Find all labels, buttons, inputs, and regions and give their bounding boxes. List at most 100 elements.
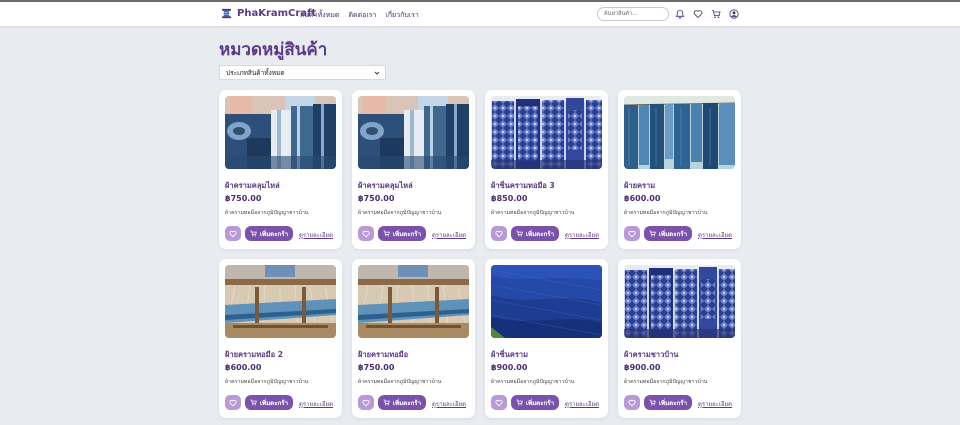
view-details-link[interactable]: ดูรายละเอียด: [432, 230, 466, 240]
product-image[interactable]: [491, 96, 602, 169]
product-image[interactable]: [225, 265, 336, 338]
add-to-cart-button[interactable]: เพิ่มตะกร้า: [245, 395, 293, 410]
product-name[interactable]: ผ้าครามคลุมไหล่: [225, 180, 280, 192]
add-to-cart-label: เพิ่มตะกร้า: [658, 399, 688, 407]
cart-icon[interactable]: [711, 9, 721, 19]
product-description: ผ้าครามทอมือจากภูมิปัญญาชาวบ้าน: [491, 210, 575, 216]
product-image[interactable]: [358, 96, 469, 169]
add-to-cart-button[interactable]: เพิ่มตะกร้า: [245, 226, 293, 241]
favorite-button[interactable]: [624, 395, 640, 410]
chevron-down-icon: [374, 71, 380, 75]
product-image[interactable]: [358, 265, 469, 338]
favorite-button[interactable]: [491, 226, 507, 241]
cart-icon: [649, 230, 656, 237]
search-input[interactable]: ค้นหาสินค้า...: [597, 7, 669, 21]
favorite-button[interactable]: [358, 395, 374, 410]
heart-icon: [229, 230, 237, 237]
add-to-cart-label: เพิ่มตะกร้า: [525, 230, 555, 238]
user-icon[interactable]: [729, 9, 739, 19]
add-to-cart-label: เพิ่มตะกร้า: [392, 230, 422, 238]
view-details-link[interactable]: ดูรายละเอียด: [299, 230, 333, 240]
product-name[interactable]: ผ้าครามชาวบ้าน: [624, 349, 678, 361]
nav-all-products[interactable]: สินค้าทั้งหมด: [300, 10, 339, 21]
product-price: ฿750.00: [225, 194, 262, 203]
heart-icon: [495, 399, 503, 406]
favorite-button[interactable]: [624, 226, 640, 241]
product-name[interactable]: ฝ้ายครามทอมือ: [358, 349, 408, 361]
spool-icon: [221, 8, 232, 19]
product-card[interactable]: ผ้าซิ่นคราม ฿900.00 ผ้าครามทอมือจากภูมิป…: [485, 259, 608, 418]
add-to-cart-button[interactable]: เพิ่มตะกร้า: [644, 395, 692, 410]
product-name[interactable]: ผ้ายคราม: [624, 180, 655, 192]
heart-icon: [229, 399, 237, 406]
main-nav: สินค้าทั้งหมด ติดต่อเรา เกี่ยวกับเรา: [300, 10, 419, 21]
product-price: ฿750.00: [358, 194, 395, 203]
product-image[interactable]: [491, 265, 602, 338]
cart-icon: [516, 230, 523, 237]
product-price: ฿600.00: [624, 194, 661, 203]
product-description: ผ้าครามทอมือจากภูมิปัญญาชาวบ้าน: [624, 210, 708, 216]
add-to-cart-label: เพิ่มตะกร้า: [259, 399, 289, 407]
product-name[interactable]: ผ้าซิ่นครามทอมือ 3: [491, 180, 555, 192]
product-card[interactable]: ฝ้ายครามทอมือ 2 ฿600.00 ผ้าครามทอมือจากภ…: [219, 259, 342, 418]
product-card[interactable]: ผ้าซิ่นครามทอมือ 3 ฿850.00 ผ้าครามทอมือจ…: [485, 90, 608, 249]
favorite-button[interactable]: [491, 395, 507, 410]
cart-icon: [383, 399, 390, 406]
nav-about[interactable]: เกี่ยวกับเรา: [385, 10, 418, 21]
product-image[interactable]: [225, 96, 336, 169]
bell-icon[interactable]: [675, 9, 685, 19]
category-select-value: ประเภทสินค้าทั้งหมด: [226, 69, 285, 77]
product-card[interactable]: ผ้าครามชาวบ้าน ฿900.00 ผ้าครามทอมือจากภู…: [618, 259, 741, 418]
product-card[interactable]: ผ้ายคราม ฿600.00 ผ้าครามทอมือจากภูมิปัญญ…: [618, 90, 741, 249]
product-card[interactable]: ผ้าครามคลุมไหล่ ฿750.00 ผ้าครามทอมือจากภ…: [219, 90, 342, 249]
heart-icon: [495, 230, 503, 237]
product-name[interactable]: ฝ้ายครามทอมือ 2: [225, 349, 283, 361]
add-to-cart-label: เพิ่มตะกร้า: [658, 230, 688, 238]
favorite-button[interactable]: [225, 226, 241, 241]
product-name[interactable]: ผ้าซิ่นคราม: [491, 349, 528, 361]
add-to-cart-button[interactable]: เพิ่มตะกร้า: [511, 226, 559, 241]
product-image[interactable]: [624, 96, 735, 169]
page-title: หมวดหมู่สินค้า: [219, 40, 328, 60]
view-details-link[interactable]: ดูรายละเอียด: [299, 399, 333, 409]
nav-contact[interactable]: ติดต่อเรา: [348, 10, 376, 21]
heart-icon: [628, 399, 636, 406]
category-select[interactable]: ประเภทสินค้าทั้งหมด: [219, 65, 386, 80]
cart-icon: [383, 230, 390, 237]
product-name[interactable]: ผ้าครามคลุมไหล่: [358, 180, 413, 192]
product-price: ฿850.00: [491, 194, 528, 203]
add-to-cart-label: เพิ่มตะกร้า: [525, 399, 555, 407]
product-price: ฿600.00: [225, 363, 262, 372]
add-to-cart-button[interactable]: เพิ่มตะกร้า: [378, 395, 426, 410]
product-price: ฿750.00: [358, 363, 395, 372]
cart-icon: [516, 399, 523, 406]
cart-icon: [250, 399, 257, 406]
add-to-cart-button[interactable]: เพิ่มตะกร้า: [644, 226, 692, 241]
favorite-button[interactable]: [358, 226, 374, 241]
view-details-link[interactable]: ดูรายละเอียด: [565, 399, 599, 409]
heart-icon: [628, 230, 636, 237]
product-description: ผ้าครามทอมือจากภูมิปัญญาชาวบ้าน: [624, 379, 708, 385]
product-card[interactable]: ผ้าครามคลุมไหล่ ฿750.00 ผ้าครามทอมือจากภ…: [352, 90, 475, 249]
product-card[interactable]: ฝ้ายครามทอมือ ฿750.00 ผ้าครามทอมือจากภูม…: [352, 259, 475, 418]
product-description: ผ้าครามทอมือจากภูมิปัญญาชาวบ้าน: [358, 379, 442, 385]
product-image[interactable]: [624, 265, 735, 338]
add-to-cart-label: เพิ่มตะกร้า: [392, 399, 422, 407]
cart-icon: [649, 399, 656, 406]
heart-icon[interactable]: [693, 9, 703, 19]
heart-icon: [362, 399, 370, 406]
product-price: ฿900.00: [491, 363, 528, 372]
product-description: ผ้าครามทอมือจากภูมิปัญญาชาวบ้าน: [491, 379, 575, 385]
view-details-link[interactable]: ดูรายละเอียด: [698, 230, 732, 240]
view-details-link[interactable]: ดูรายละเอียด: [565, 230, 599, 240]
heart-icon: [362, 230, 370, 237]
cart-icon: [250, 230, 257, 237]
favorite-button[interactable]: [225, 395, 241, 410]
view-details-link[interactable]: ดูรายละเอียด: [698, 399, 732, 409]
add-to-cart-button[interactable]: เพิ่มตะกร้า: [511, 395, 559, 410]
view-details-link[interactable]: ดูรายละเอียด: [432, 399, 466, 409]
add-to-cart-button[interactable]: เพิ่มตะกร้า: [378, 226, 426, 241]
product-description: ผ้าครามทอมือจากภูมิปัญญาชาวบ้าน: [225, 210, 309, 216]
product-price: ฿900.00: [624, 363, 661, 372]
product-description: ผ้าครามทอมือจากภูมิปัญญาชาวบ้าน: [358, 210, 442, 216]
